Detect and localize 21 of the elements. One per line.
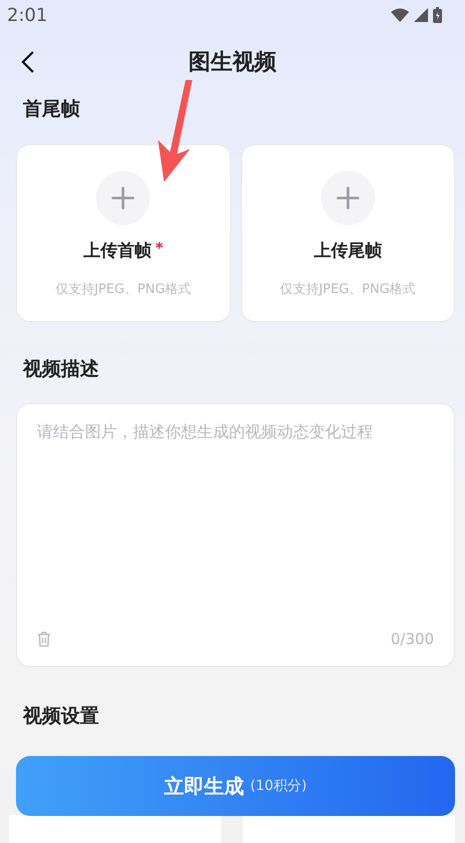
- upload-card[interactable]: 上传首帧 * 仅支持JPEG、PNG格式: [16, 144, 230, 322]
- plus-icon: [96, 171, 150, 225]
- upload-card[interactable]: 上传尾帧 仅支持JPEG、PNG格式: [240, 144, 455, 322]
- generate-button[interactable]: 立即生成 (10积分): [16, 756, 455, 816]
- upload-label: 上传尾帧: [314, 240, 382, 262]
- format-hint: 仅支持JPEG、PNG格式: [280, 281, 416, 298]
- format-hint: 仅支持JPEG、PNG格式: [55, 281, 192, 298]
- battery-icon: [433, 7, 442, 23]
- signal-icon: [414, 8, 428, 22]
- section-title: 视频设置: [22, 704, 100, 729]
- required-mark: *: [155, 239, 164, 257]
- wifi-icon: [391, 8, 409, 22]
- upload-label: 上传首帧: [83, 240, 152, 262]
- plus-icon: [320, 171, 375, 225]
- back-icon[interactable]: [21, 50, 35, 74]
- page-title: 图生视频: [188, 49, 276, 77]
- character-counter: 0/300: [390, 630, 434, 648]
- description-field[interactable]: 请结合图片，描述你想生成的视频动态变化过程: [37, 422, 434, 630]
- section-title: 视频描述: [22, 357, 100, 382]
- section-title: 首尾帧: [22, 97, 81, 122]
- status-time: 2:01: [7, 4, 48, 26]
